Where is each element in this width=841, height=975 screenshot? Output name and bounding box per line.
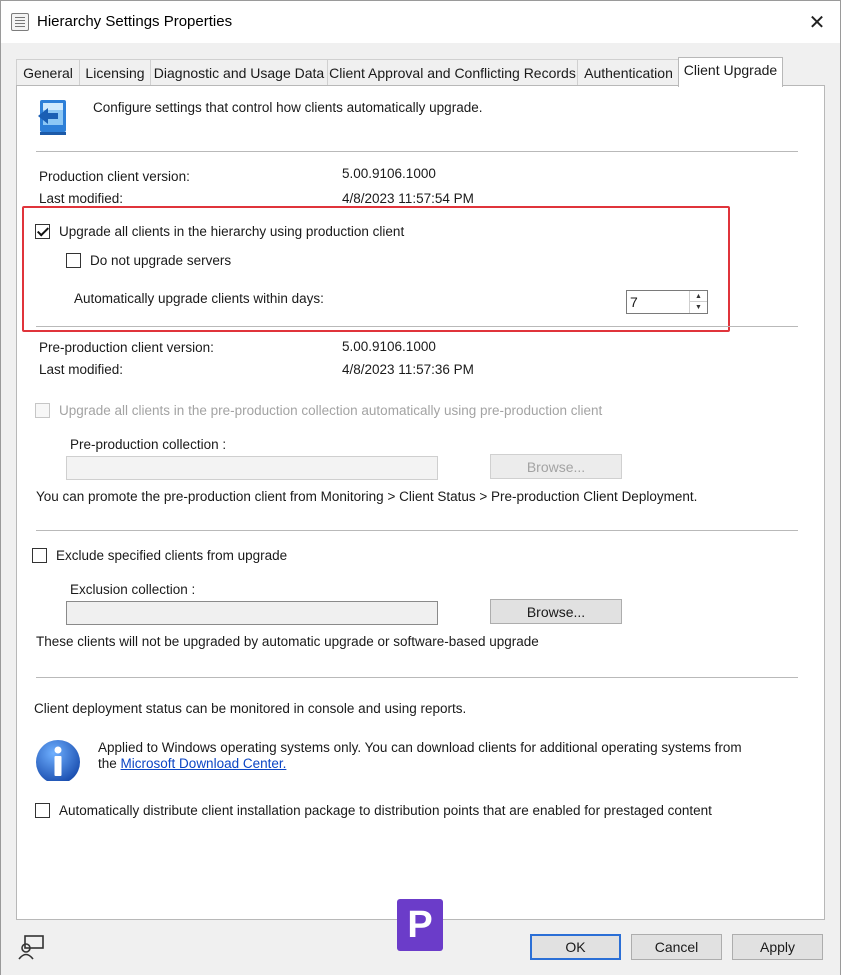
upgrade-preproduction-label: Upgrade all clients in the pre-productio… (59, 403, 603, 418)
preproduction-modified-label: Last modified: (39, 362, 124, 377)
window-title: Hierarchy Settings Properties (37, 13, 233, 30)
production-modified-value: 4/8/2023 11:57:54 PM (342, 191, 474, 206)
upgrade-all-clients-label: Upgrade all clients in the hierarchy usi… (59, 224, 405, 239)
ok-button[interactable]: OK (530, 934, 621, 960)
apply-button[interactable]: Apply (732, 934, 823, 960)
production-version-label: Production client version: (39, 169, 190, 184)
distribute-package-label: Automatically distribute client installa… (59, 803, 712, 818)
exclusion-collection-field[interactable] (66, 601, 438, 625)
preproduction-collection-label: Pre-production collection : (70, 437, 227, 452)
exclusion-collection-label: Exclusion collection : (70, 582, 196, 597)
preproduction-browse-button[interactable]: Browse... (490, 454, 622, 479)
divider (36, 326, 798, 327)
upgrade-days-label: Automatically upgrade clients within day… (74, 291, 324, 306)
client-upgrade-icon (38, 100, 66, 135)
properties-window-icon (11, 13, 29, 31)
tab-authentication[interactable]: Authentication (577, 59, 680, 86)
info-text-line2: the Microsoft Download Center. (98, 756, 286, 771)
exclude-clients-label: Exclude specified clients from upgrade (56, 548, 288, 563)
upgrade-days-value: 7 (630, 294, 638, 310)
exclusion-note: These clients will not be upgraded by au… (36, 634, 539, 649)
exclusion-browse-button[interactable]: Browse... (490, 599, 622, 624)
divider (36, 530, 798, 531)
close-icon: ✕ (808, 11, 826, 34)
close-button[interactable]: ✕ (794, 1, 840, 43)
production-modified-label: Last modified: (39, 191, 124, 206)
tab-client-upgrade[interactable]: Client Upgrade (678, 57, 783, 87)
do-not-upgrade-servers-label: Do not upgrade servers (90, 253, 232, 268)
tab-diagnostic-usage-data[interactable]: Diagnostic and Usage Data (150, 59, 328, 86)
help-person-icon[interactable] (17, 933, 45, 961)
info-text-line1: Applied to Windows operating systems onl… (98, 740, 742, 755)
divider (36, 151, 798, 152)
exclude-clients-checkbox[interactable] (32, 548, 47, 563)
preproduction-modified-value: 4/8/2023 11:57:36 PM (342, 362, 474, 377)
cancel-button[interactable]: Cancel (631, 934, 722, 960)
properties-dialog: Hierarchy Settings Properties ✕ General … (0, 0, 841, 975)
title-bar: Hierarchy Settings Properties ✕ (1, 1, 840, 43)
do-not-upgrade-servers-checkbox[interactable] (66, 253, 81, 268)
spin-down-icon[interactable]: ▼ (690, 302, 707, 313)
divider (36, 677, 798, 678)
preproduction-collection-field[interactable] (66, 456, 438, 480)
info-text-prefix: the (98, 756, 117, 771)
microsoft-download-center-link[interactable]: Microsoft Download Center. (121, 756, 287, 771)
watermark-logo: P (397, 899, 443, 951)
tab-licensing[interactable]: Licensing (79, 59, 151, 86)
preproduction-version-label: Pre-production client version: (39, 340, 214, 355)
upgrade-all-clients-checkbox[interactable] (35, 224, 50, 239)
header-description: Configure settings that control how clie… (93, 100, 483, 115)
preproduction-version-value: 5.00.9106.1000 (342, 339, 436, 354)
promote-instructions: You can promote the pre-production clien… (36, 489, 698, 504)
deployment-status-text: Client deployment status can be monitore… (34, 701, 467, 716)
tab-general[interactable]: General (16, 59, 80, 86)
tab-client-approval[interactable]: Client Approval and Conflicting Records (327, 59, 578, 86)
spin-up-icon[interactable]: ▲ (690, 291, 707, 302)
upgrade-days-spinner[interactable]: 7 ▲ ▼ (626, 290, 708, 314)
info-icon (36, 740, 80, 781)
production-version-value: 5.00.9106.1000 (342, 166, 436, 181)
distribute-package-checkbox[interactable] (35, 803, 50, 818)
upgrade-preproduction-checkbox[interactable] (35, 403, 50, 418)
